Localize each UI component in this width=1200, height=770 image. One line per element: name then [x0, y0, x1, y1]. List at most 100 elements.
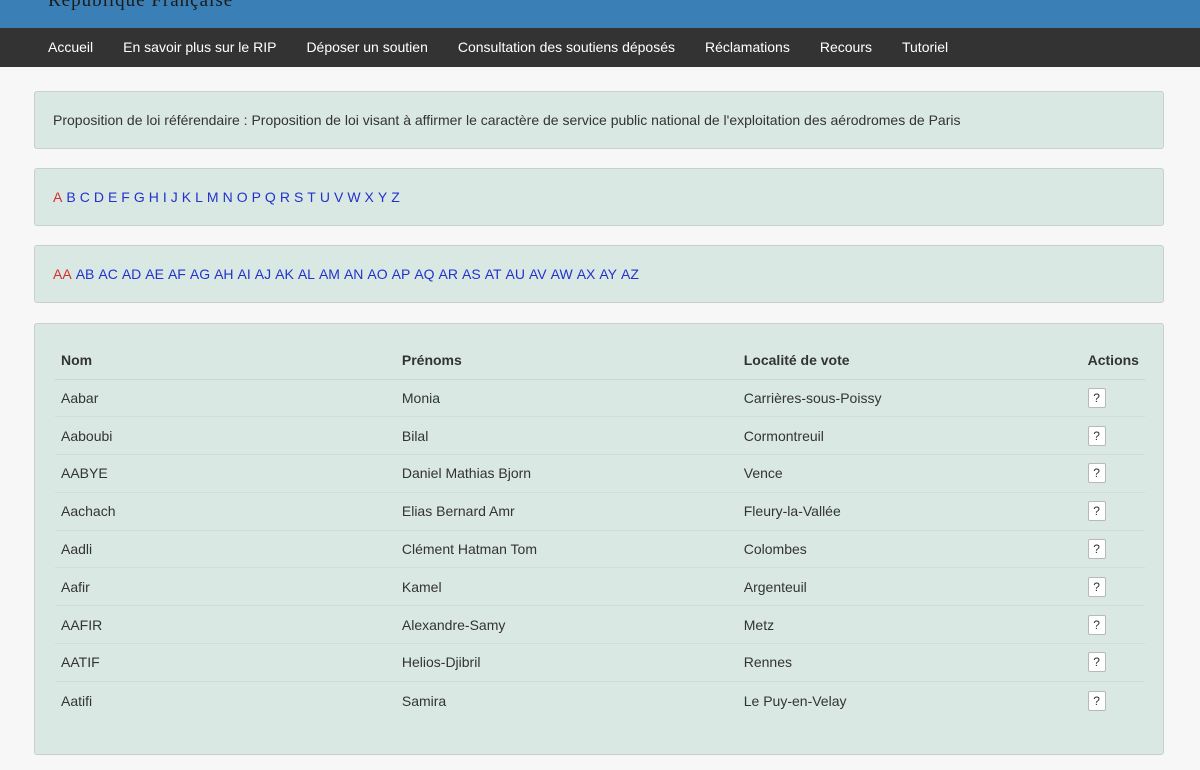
cell-prenoms: Bilal — [395, 416, 738, 456]
prefix-link-aj[interactable]: AJ — [255, 266, 271, 282]
letter-link-k[interactable]: K — [182, 189, 191, 205]
cell-actions: ? — [1081, 379, 1145, 418]
prefix-link-ah[interactable]: AH — [214, 266, 233, 282]
letter-link-f[interactable]: F — [121, 189, 130, 205]
cell-localite: Argenteuil — [737, 567, 1082, 607]
nav-item-en-savoir-plus[interactable]: En savoir plus sur le RIP — [108, 28, 291, 67]
letter-link-q[interactable]: Q — [265, 189, 276, 205]
header-localite: Localité de vote — [737, 342, 1082, 380]
letter-link-p[interactable]: P — [252, 189, 261, 205]
table-row: Aaboubi Bilal Cormontreuil? — [55, 416, 1145, 456]
help-button[interactable]: ? — [1087, 425, 1106, 446]
cell-prenoms: Clément Hatman Tom — [395, 530, 738, 569]
cell-localite: Carrières-sous-Poissy — [737, 379, 1082, 418]
prefix-link-ac[interactable]: AC — [98, 266, 117, 282]
letter-link-r[interactable]: R — [280, 189, 290, 205]
help-button[interactable]: ? — [1087, 614, 1106, 635]
cell-localite: Fleury-la-Vallée — [737, 492, 1082, 531]
letter-link-o[interactable]: O — [237, 189, 248, 205]
prefix-link-at[interactable]: AT — [485, 266, 502, 282]
help-button[interactable]: ? — [1087, 539, 1106, 560]
prefix-link-ap[interactable]: AP — [392, 266, 411, 282]
letter-link-g[interactable]: G — [134, 189, 145, 205]
help-button[interactable]: ? — [1087, 501, 1106, 522]
cell-nom: Aafir — [55, 567, 396, 607]
cell-actions: ? — [1081, 492, 1145, 531]
letter-link-t[interactable]: T — [307, 189, 316, 205]
letter-link-c[interactable]: C — [80, 189, 90, 205]
prefix-link-as[interactable]: AS — [462, 266, 481, 282]
proposition-title: Proposition de loi référendaire : Propos… — [53, 112, 961, 128]
prefix-link-ai[interactable]: AI — [238, 266, 251, 282]
prefix-link-am[interactable]: AM — [319, 266, 340, 282]
header-nom: Nom — [55, 342, 396, 380]
letter-link-b[interactable]: B — [66, 189, 75, 205]
cell-actions: ? — [1081, 643, 1145, 682]
prefix-link-ao[interactable]: AO — [367, 266, 387, 282]
cell-nom: AAFIR — [55, 605, 396, 645]
prefix-link-az[interactable]: AZ — [621, 266, 639, 282]
letter-link-d[interactable]: D — [94, 189, 104, 205]
prefix-link-af[interactable]: AF — [168, 266, 186, 282]
header-actions: Actions — [1081, 342, 1145, 380]
prefix-link-al[interactable]: AL — [298, 266, 315, 282]
cell-localite: Vence — [737, 454, 1082, 493]
table-row: AAFIR Alexandre-Samy Metz? — [55, 605, 1145, 645]
cell-nom: AATIF — [55, 643, 396, 682]
nav-item-deposer-soutien[interactable]: Déposer un soutien — [291, 28, 442, 67]
prefix-link-ad[interactable]: AD — [122, 266, 141, 282]
top-banner: République Française — [0, 0, 1200, 28]
prefix-link-ay[interactable]: AY — [599, 266, 617, 282]
cell-localite: Le Puy-en-Velay — [743, 692, 847, 709]
help-button[interactable]: ? — [1087, 387, 1106, 408]
letter-link-a[interactable]: A — [53, 189, 62, 205]
nav-item-tutoriel[interactable]: Tutoriel — [887, 28, 963, 67]
help-button[interactable]: ? — [1087, 463, 1106, 484]
letter-link-j[interactable]: J — [171, 189, 178, 205]
nav-item-reclamations[interactable]: Réclamations — [690, 28, 805, 67]
prefix-link-an[interactable]: AN — [344, 266, 363, 282]
table-row: Aafir Kamel Argenteuil? — [55, 567, 1145, 607]
cell-localite: Rennes — [737, 643, 1082, 682]
help-button[interactable]: ? — [1087, 652, 1106, 673]
table-header-row: Nom Prénoms Localité de vote Actions — [55, 342, 1145, 380]
prefix-link-ae[interactable]: AE — [145, 266, 164, 282]
table-body: Aabar Monia Carrières-sous-Poissy? Aaboubi B… — [55, 379, 1145, 719]
prefix-link-ag[interactable]: AG — [190, 266, 210, 282]
prefix-link-ar[interactable]: AR — [439, 266, 458, 282]
nav-item-recours[interactable]: Recours — [805, 28, 887, 67]
prefix-link-aw[interactable]: AW — [551, 266, 573, 282]
cell-actions: ? — [1081, 567, 1145, 607]
table-row: Aabar Monia Carrières-sous-Poissy? — [55, 379, 1145, 418]
prefix-link-au[interactable]: AU — [506, 266, 525, 282]
letter-link-i[interactable]: I — [163, 189, 167, 205]
letter-link-e[interactable]: E — [108, 189, 117, 205]
letter-link-l[interactable]: L — [195, 189, 203, 205]
cell-nom: Aachach — [55, 492, 396, 531]
nav-item-accueil[interactable]: Accueil — [33, 28, 108, 67]
cell-nom: Aadli — [55, 530, 396, 569]
help-button[interactable]: ? — [1087, 690, 1106, 711]
prefix-link-aa[interactable]: AA — [53, 266, 72, 282]
letter-link-h[interactable]: H — [149, 189, 159, 205]
prefix-link-aq[interactable]: AQ — [414, 266, 434, 282]
prefix-link-ax[interactable]: AX — [577, 266, 596, 282]
letter-link-n[interactable]: N — [223, 189, 233, 205]
letter-link-u[interactable]: U — [320, 189, 330, 205]
prefix-link-ak[interactable]: AK — [275, 266, 294, 282]
letter-link-z[interactable]: Z — [391, 189, 400, 205]
help-button[interactable]: ? — [1087, 576, 1106, 597]
prefix-link-ab[interactable]: AB — [76, 266, 95, 282]
cell-prenoms: Alexandre-Samy — [395, 605, 738, 645]
letter-link-w[interactable]: W — [347, 189, 360, 205]
letter-link-s[interactable]: S — [294, 189, 303, 205]
letter-link-v[interactable]: V — [334, 189, 343, 205]
letter-link-m[interactable]: M — [207, 189, 219, 205]
letter-link-x[interactable]: X — [365, 189, 374, 205]
nav-item-consultation[interactable]: Consultation des soutiens déposés — [443, 28, 690, 67]
cell-prenoms: Helios-Djibril — [395, 643, 738, 682]
prefix-link-av[interactable]: AV — [529, 266, 547, 282]
cell-actions: ? — [1082, 681, 1145, 719]
prefix-filter-links: AA AB AC AD AE AF AG AH AI AJ AK AL AM AN AO AP AQ AR AS AT… — [53, 266, 643, 282]
letter-link-y[interactable]: Y — [378, 189, 387, 205]
